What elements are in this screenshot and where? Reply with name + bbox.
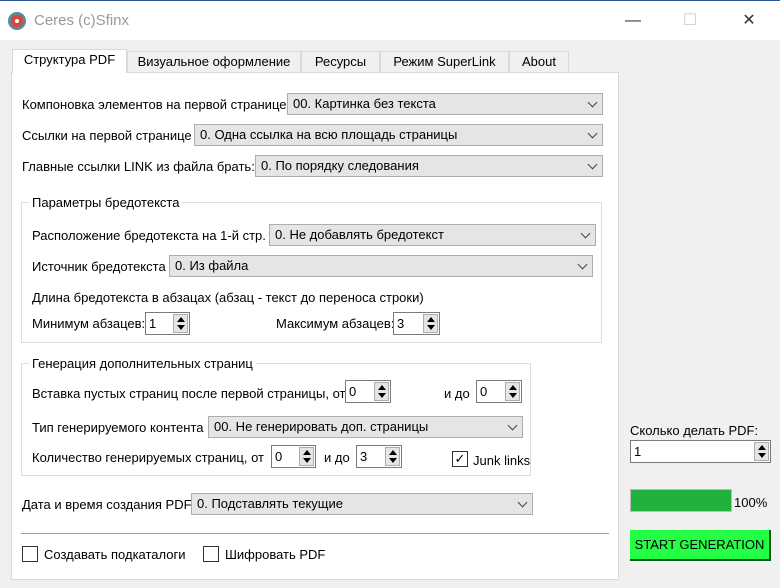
subdirs-checkbox[interactable] (22, 546, 38, 562)
encrypt-label: Шифровать PDF (225, 547, 326, 562)
spin-up-icon[interactable] (303, 450, 311, 455)
filler-group-title: Параметры бредотекста (29, 195, 183, 210)
spin-up-icon[interactable] (509, 385, 517, 390)
maximize-button[interactable]: ☐ (675, 9, 705, 33)
spin-down-icon[interactable] (303, 458, 311, 463)
chevron-down-icon (587, 159, 598, 170)
close-button[interactable]: ✕ (734, 9, 764, 33)
chevron-down-icon (587, 97, 598, 108)
layout-select[interactable]: 00. Картинка без текста (287, 93, 603, 115)
layout-value: 00. Картинка без текста (293, 96, 436, 111)
filler-length-note: Длина бредотекста в абзацах (абзац - тек… (32, 290, 424, 305)
links-label: Ссылки на первой странице (22, 128, 192, 143)
window-title: Ceres (c)Sfinx (34, 12, 130, 29)
content-type-select[interactable]: 00. Не генерировать доп. страницы (208, 416, 523, 438)
date-select[interactable]: 0. Подставлять текущие (191, 493, 533, 515)
title-bar: Ceres (c)Sfinx — ☐ ✕ (0, 0, 780, 40)
max-paragraphs-value: 3 (397, 316, 405, 331)
separator (21, 533, 609, 534)
blank-to-spinner[interactable]: 0 (476, 380, 522, 403)
count-from-value: 0 (275, 449, 283, 464)
links-value: 0. Одна ссылка на всю площадь страницы (200, 127, 458, 142)
count-to-spinner[interactable]: 3 (356, 445, 402, 468)
count-to-label: и до (324, 450, 350, 465)
spin-up-icon[interactable] (427, 317, 435, 322)
extra-pages-group-title: Генерация дополнительных страниц (29, 356, 256, 371)
count-from-spinner[interactable]: 0 (271, 445, 316, 468)
filler-position-value: 0. Не добавлять бредотекст (275, 227, 444, 242)
blank-to-value: 0 (480, 384, 488, 399)
spin-down-icon[interactable] (389, 458, 397, 463)
encrypt-checkbox[interactable] (203, 546, 219, 562)
pdf-count-spinner[interactable]: 1 (630, 440, 771, 463)
pdf-count-value: 1 (634, 444, 642, 459)
tab-visual[interactable]: Визуальное оформление (127, 51, 301, 73)
tab-about[interactable]: About (509, 51, 569, 73)
spin-up-icon[interactable] (389, 450, 397, 455)
content-type-value: 00. Не генерировать доп. страницы (214, 419, 429, 434)
junk-links-checkbox[interactable]: ✓ (452, 451, 468, 467)
min-paragraphs-value: 1 (149, 316, 157, 331)
chevron-down-icon (587, 128, 598, 139)
max-paragraphs-label: Максимум абзацев: (276, 316, 395, 331)
filler-source-value: 0. Из файла (175, 258, 249, 273)
spin-up-icon[interactable] (758, 445, 766, 450)
filler-position-select[interactable]: 0. Не добавлять бредотекст (269, 224, 596, 246)
subdirs-label: Создавать подкаталоги (44, 547, 186, 562)
mainlinks-value: 0. По порядку следования (261, 158, 419, 173)
spin-up-icon[interactable] (177, 317, 185, 322)
filler-position-label: Расположение бредотекста на 1-й стр. (32, 228, 266, 243)
filler-source-select[interactable]: 0. Из файла (169, 255, 593, 277)
tab-resources[interactable]: Ресурсы (301, 51, 380, 73)
date-label: Дата и время создания PDF (22, 497, 192, 512)
chevron-down-icon (517, 497, 528, 508)
spin-down-icon[interactable] (758, 453, 766, 458)
app-icon (8, 12, 26, 30)
chevron-down-icon (507, 420, 518, 431)
date-value: 0. Подставлять текущие (197, 496, 343, 511)
start-generation-button[interactable]: START GENERATION (630, 530, 771, 561)
tab-structure-pdf[interactable]: Структура PDF (12, 49, 127, 73)
page-count-label: Количество генерируемых страниц, от (32, 450, 264, 465)
minimize-button[interactable]: — (618, 9, 648, 33)
spin-down-icon[interactable] (427, 325, 435, 330)
blank-pages-label: Вставка пустых страниц после первой стра… (32, 386, 346, 401)
max-paragraphs-spinner[interactable]: 3 (393, 312, 440, 335)
links-select[interactable]: 0. Одна ссылка на всю площадь страницы (194, 124, 603, 146)
progress-fill (631, 490, 731, 511)
blank-from-spinner[interactable]: 0 (345, 380, 391, 403)
tab-superlink[interactable]: Режим SuperLink (380, 51, 509, 73)
spin-down-icon[interactable] (378, 393, 386, 398)
blank-to-label: и до (444, 386, 470, 401)
count-to-value: 3 (360, 449, 368, 464)
spin-down-icon[interactable] (177, 325, 185, 330)
chevron-down-icon (580, 228, 591, 239)
spin-down-icon[interactable] (509, 393, 517, 398)
content-type-label: Тип генерируемого контента (32, 420, 204, 435)
progress-text: 100% (734, 495, 768, 510)
layout-label: Компоновка элементов на первой странице (22, 97, 287, 112)
mainlinks-select[interactable]: 0. По порядку следования (255, 155, 603, 177)
min-paragraphs-spinner[interactable]: 1 (145, 312, 190, 335)
min-paragraphs-label: Минимум абзацев: (32, 316, 146, 331)
spin-up-icon[interactable] (378, 385, 386, 390)
chevron-down-icon (577, 259, 588, 270)
junk-links-label: Junk links (473, 453, 531, 468)
mainlinks-label: Главные ссылки LINK из файла брать: (22, 159, 255, 174)
filler-source-label: Источник бредотекста (32, 259, 166, 274)
pdf-count-label: Сколько делать PDF: (630, 423, 759, 438)
progress-bar (630, 489, 732, 512)
blank-from-value: 0 (349, 384, 357, 399)
